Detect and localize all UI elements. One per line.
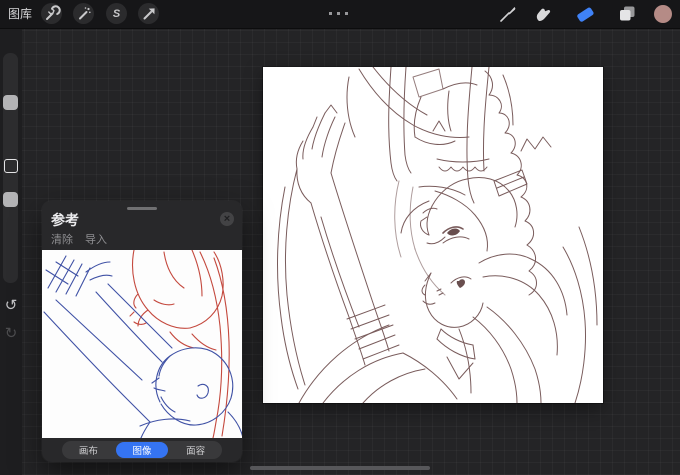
transform-button[interactable] xyxy=(138,3,159,24)
color-button[interactable] xyxy=(652,3,674,25)
layers-button[interactable] xyxy=(616,3,638,25)
arrow-cursor-icon xyxy=(139,4,159,24)
home-indicator[interactable] xyxy=(250,466,430,470)
import-button[interactable]: 导入 xyxy=(85,231,107,247)
canvas-sketch xyxy=(277,67,598,403)
brush-icon xyxy=(497,3,519,25)
canvas-options-icon[interactable] xyxy=(329,12,348,15)
eraser-tool-button[interactable] xyxy=(574,3,596,25)
top-toolbar: 图库 S xyxy=(0,0,680,29)
modify-button[interactable] xyxy=(4,159,18,173)
s-selection-icon: S xyxy=(112,7,121,20)
eraser-icon xyxy=(574,3,596,25)
undo-icon[interactable]: ↺ xyxy=(0,296,22,314)
procreate-workspace: 图库 S ↺ ↻ 参考 × 清除 导入 画布 图像 面容 xyxy=(0,0,680,475)
brush-size-slider[interactable] xyxy=(3,95,18,110)
actions-button[interactable] xyxy=(41,3,62,24)
reference-image[interactable] xyxy=(42,250,242,438)
smudge-finger-icon xyxy=(532,3,554,25)
reference-panel: 参考 × 清除 导入 画布 图像 面容 xyxy=(42,201,242,462)
tab-image[interactable]: 图像 xyxy=(115,442,169,458)
drawing-canvas[interactable] xyxy=(263,67,603,403)
layers-icon xyxy=(616,3,638,25)
paint-tool-button[interactable] xyxy=(497,3,519,25)
selection-button[interactable]: S xyxy=(106,3,127,24)
gallery-button[interactable]: 图库 xyxy=(8,0,32,28)
panel-drag-handle-icon[interactable] xyxy=(127,207,157,210)
tab-face[interactable]: 面容 xyxy=(169,441,222,459)
reference-menu: 清除 导入 xyxy=(51,231,107,247)
clear-button[interactable]: 清除 xyxy=(51,231,73,247)
tab-canvas[interactable]: 画布 xyxy=(62,441,115,459)
adjustments-button[interactable] xyxy=(73,3,94,24)
redo-icon[interactable]: ↻ xyxy=(0,324,22,342)
reference-tab-bar: 画布 图像 面容 xyxy=(62,441,222,459)
opacity-slider[interactable] xyxy=(3,192,18,207)
magic-wand-icon xyxy=(74,4,94,24)
brush-sidebar: ↺ ↻ xyxy=(0,28,22,475)
color-swatch xyxy=(654,5,672,23)
close-icon[interactable]: × xyxy=(220,212,234,226)
reference-panel-title: 参考 xyxy=(51,212,79,228)
reference-sketch xyxy=(43,250,242,438)
smudge-tool-button[interactable] xyxy=(532,3,554,25)
wrench-icon xyxy=(42,4,62,24)
